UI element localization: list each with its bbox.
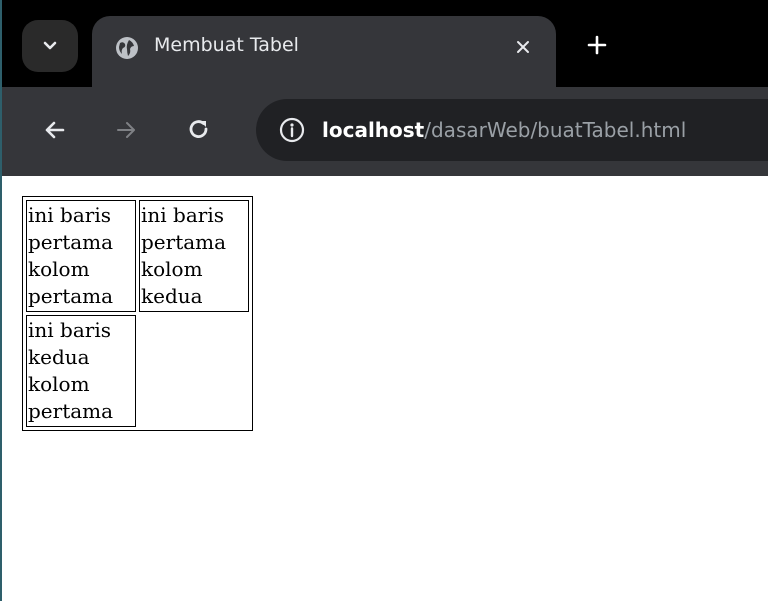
arrow-right-icon (117, 122, 135, 138)
toolbar: localhost/dasarWeb/buatTabel.html (2, 87, 768, 176)
arrow-left-icon (45, 121, 65, 139)
tab-close-button[interactable] (510, 34, 536, 60)
table-cell: ini baris pertama kolom pertama (26, 200, 136, 312)
reload-icon (189, 120, 208, 138)
new-tab-button[interactable] (582, 30, 612, 60)
back-button[interactable] (38, 113, 72, 147)
tab-active[interactable]: Membuat Tabel (92, 16, 556, 96)
table-row: ini baris pertama kolom pertama ini bari… (26, 200, 249, 312)
tab-title: Membuat Tabel (154, 34, 299, 56)
close-icon (517, 41, 529, 53)
url-host: localhost (322, 118, 425, 142)
url-path: /dasarWeb/buatTabel.html (424, 118, 687, 142)
reload-button[interactable] (182, 113, 216, 147)
page-content: ini baris pertama kolom pertama ini bari… (2, 176, 768, 601)
plus-icon (587, 35, 607, 55)
table-row: ini baris kedua kolom pertama (26, 315, 249, 427)
forward-button[interactable] (109, 113, 143, 147)
tab-search-button[interactable] (22, 20, 78, 72)
globe-icon (116, 37, 138, 59)
url-text: localhost/dasarWeb/buatTabel.html (322, 116, 686, 144)
tab-strip: Membuat Tabel (2, 0, 768, 96)
table-cell-empty (139, 315, 249, 427)
browser-window: Membuat Tabel localhost/dasarWeb/buatTab… (0, 0, 768, 601)
table-cell: ini baris pertama kolom kedua (139, 200, 249, 312)
address-bar[interactable]: localhost/dasarWeb/buatTabel.html (256, 99, 768, 161)
chevron-down-icon (43, 41, 57, 50)
info-icon[interactable] (278, 116, 306, 144)
table-cell: ini baris kedua kolom pertama (26, 315, 136, 427)
data-table: ini baris pertama kolom pertama ini bari… (22, 196, 253, 431)
